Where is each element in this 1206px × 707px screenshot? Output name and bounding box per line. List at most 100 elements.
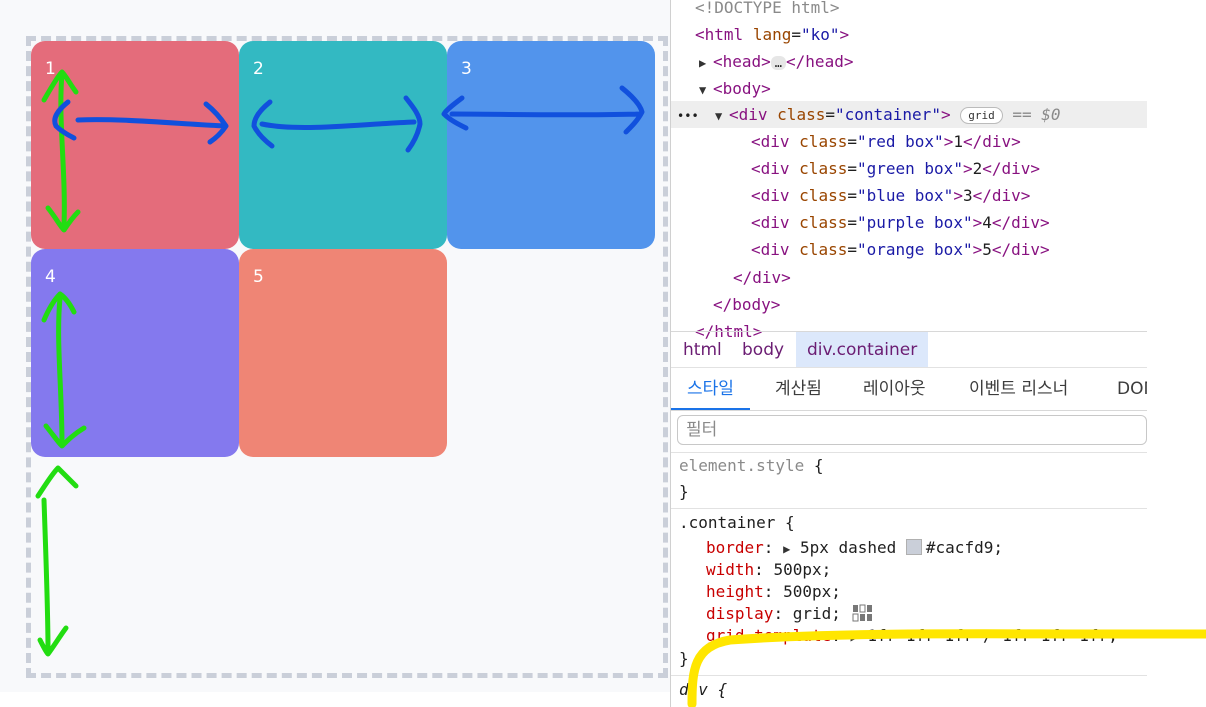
attr-name: class (799, 159, 848, 178)
divider (671, 675, 1147, 676)
box-4: 4 (31, 249, 239, 457)
breadcrumb-label: body (742, 340, 785, 360)
breadcrumb-label: div.container (807, 340, 918, 360)
prop-value: 500px (783, 582, 832, 601)
attr-value: "orange box" (856, 240, 973, 259)
color-value: #cacfd9 (925, 538, 994, 557)
tab-dom[interactable]: DOM (1117, 368, 1147, 410)
tag-text: > (962, 159, 973, 178)
attr-name: class (799, 132, 848, 151)
tag-text: <head> (713, 52, 771, 71)
devtools-panel: <!DOCTYPE html> <html lang="ko"> ▶ <head>… (670, 0, 1147, 707)
tag-text: </head> (786, 52, 854, 71)
attr-value: "blue box" (856, 186, 954, 205)
attr-name: class (799, 240, 848, 259)
sidebar-tabs: 스타일 계산됨 레이아웃 이벤트 리스너 DOM (671, 367, 1147, 411)
dom-child-node[interactable]: <div class="green box">2</div> (751, 155, 1040, 182)
rule-height[interactable]: height: 500px; (706, 581, 841, 603)
collapse-triangle-icon[interactable]: ▼ (715, 103, 729, 130)
prop-value: grid (792, 604, 832, 623)
prop-name: height (706, 582, 764, 601)
node-text: 2 (972, 159, 983, 178)
node-text: 5 (982, 240, 992, 259)
dom-head-node[interactable]: ▶ <head>… </head> (699, 48, 853, 75)
expand-triangle-icon[interactable]: ▶ (851, 626, 858, 648)
doctype-text: <!DOCTYPE html> (695, 0, 840, 17)
dom-html-node[interactable]: <html lang="ko"> (695, 21, 849, 48)
tab-styles[interactable]: 스타일 (671, 368, 750, 410)
breadcrumb-html[interactable]: html (671, 332, 734, 368)
breadcrumb-body[interactable]: body (730, 332, 796, 368)
dom-child-node[interactable]: <div class="orange box">5</div> (751, 236, 1050, 263)
dom-container-node[interactable]: ▼ <div class="container"> grid == $0 (715, 101, 1061, 128)
container-rule-selector[interactable]: .container { (679, 512, 795, 534)
attr-name: class (799, 186, 848, 205)
color-swatch-icon[interactable] (905, 539, 922, 555)
attr-name: lang (752, 25, 792, 44)
element-style-rule[interactable]: element.style { (679, 455, 824, 477)
tag-text: <div (751, 159, 790, 178)
rule-width[interactable]: width: 500px; (706, 559, 831, 581)
box-label: 1 (45, 59, 56, 79)
tag-text: <html (695, 25, 744, 44)
rule-border[interactable]: border: ▶ 5px dashed #cacfd9; (706, 537, 1003, 559)
node-text: 1 (953, 132, 963, 151)
tag-text: </div> (991, 213, 1050, 232)
prop-name: width (706, 560, 755, 579)
attr-name: class (799, 213, 848, 232)
node-text: 4 (982, 213, 992, 232)
selected-ref: == $0 (1012, 105, 1061, 124)
prop-name: grid-template (706, 626, 832, 645)
close-brace: } (679, 481, 689, 503)
grid-editor-icon[interactable] (851, 603, 875, 623)
dom-child-node[interactable]: <div class="blue box">3</div> (751, 182, 1030, 209)
attr-value: "green box" (856, 159, 963, 178)
tab-label: DOM (1117, 379, 1147, 399)
close-brace: } (679, 648, 689, 670)
brace: } (679, 649, 689, 668)
node-text: 3 (962, 186, 973, 205)
grid-badge[interactable]: grid (960, 107, 1003, 124)
collapsed-ellipsis-icon[interactable]: … (770, 55, 787, 70)
tag-text: > (943, 132, 954, 151)
expand-triangle-icon[interactable]: ▶ (699, 50, 713, 77)
breadcrumb-label: html (683, 340, 722, 360)
elements-tree: <!DOCTYPE html> <html lang="ko"> ▶ <head>… (671, 0, 1147, 341)
rule-grid-template[interactable]: grid-template: ▶ 1fr 1fr 1fr / 1fr 1fr 1… (706, 625, 1118, 647)
collapse-triangle-icon[interactable]: ▼ (699, 77, 713, 104)
tab-computed[interactable]: 계산됨 (775, 368, 822, 410)
tag-text: <div (751, 132, 790, 151)
tag-text: > (940, 105, 951, 124)
tag-text: <div (729, 105, 768, 124)
breadcrumb-container[interactable]: div.container (796, 332, 929, 368)
box-label: 2 (253, 59, 264, 79)
tab-event-listeners[interactable]: 이벤트 리스너 (969, 368, 1068, 410)
dom-child-node[interactable]: <div class="purple box">4</div> (751, 209, 1050, 236)
attr-name: class (777, 105, 826, 124)
filter-input[interactable]: 필터 (677, 415, 1147, 445)
expand-triangle-icon[interactable]: ▶ (783, 538, 790, 560)
row-menu-icon[interactable]: ••• (677, 101, 699, 128)
brace: { (813, 456, 824, 475)
attr-value: "container" (834, 105, 941, 124)
tag-text: </div> (982, 159, 1041, 178)
page-preview: 1 2 3 4 5 (0, 0, 670, 692)
prop-name: border (706, 538, 764, 557)
tag-text: </div> (991, 240, 1050, 259)
box-1: 1 (31, 41, 239, 249)
tag-text: > (972, 213, 983, 232)
dom-child-node[interactable]: <div class="red box">1</div> (751, 128, 1021, 155)
tab-layout[interactable]: 레이아웃 (863, 368, 926, 410)
tag-text: > (972, 240, 983, 259)
box-3: 3 (447, 41, 655, 249)
box-label: 3 (461, 59, 472, 79)
dom-body-node[interactable]: ▼ <body> (699, 75, 771, 102)
tag-text: </div> (962, 132, 1021, 151)
breadcrumb: html body div.container (671, 331, 1147, 368)
selector-text: element.style (679, 456, 805, 475)
rule-display[interactable]: display: grid; (706, 603, 875, 625)
attr-value: "ko" (800, 25, 840, 44)
div-rule-selector[interactable]: div { (679, 679, 727, 701)
tag-text: <div (751, 213, 790, 232)
box-label: 4 (45, 267, 56, 287)
